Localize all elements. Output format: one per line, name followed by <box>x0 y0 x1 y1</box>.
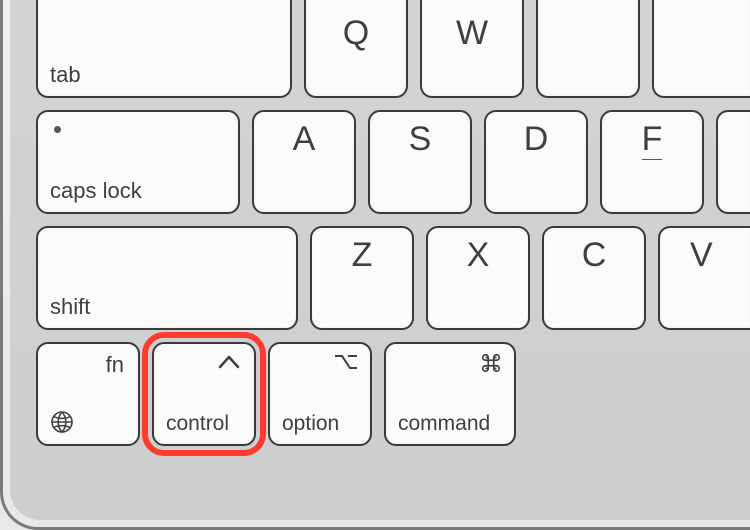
g-key-partial[interactable] <box>716 110 750 214</box>
d-key[interactable]: D <box>484 110 588 214</box>
e-key-partial[interactable] <box>536 0 640 98</box>
s-label: S <box>370 120 470 159</box>
caps-lock-indicator-icon <box>54 126 61 133</box>
control-key[interactable]: control <box>152 342 256 446</box>
r-key-partial[interactable] <box>652 0 750 98</box>
v-label: V <box>690 236 750 275</box>
caps-lock-label: caps lock <box>50 178 142 204</box>
w-key[interactable]: W <box>420 0 524 98</box>
z-key[interactable]: Z <box>310 226 414 330</box>
control-label: control <box>166 412 229 436</box>
caret-up-icon <box>218 354 240 370</box>
command-symbol-icon <box>480 352 502 374</box>
s-key[interactable]: S <box>368 110 472 214</box>
c-key[interactable]: C <box>542 226 646 330</box>
x-label: X <box>428 236 528 275</box>
x-key[interactable]: X <box>426 226 530 330</box>
fn-globe-key[interactable]: fn <box>36 342 140 446</box>
tab-label: tab <box>50 62 81 88</box>
fn-label: fn <box>106 352 124 378</box>
c-label: C <box>544 236 644 275</box>
f-label: F <box>602 120 702 159</box>
option-key[interactable]: option <box>268 342 372 446</box>
q-label: Q <box>306 14 406 53</box>
tab-key[interactable]: tab <box>36 0 292 98</box>
command-key[interactable]: command <box>384 342 516 446</box>
a-label: A <box>254 120 354 159</box>
globe-icon <box>50 410 74 434</box>
command-label: command <box>398 412 490 436</box>
v-key[interactable]: V <box>658 226 750 330</box>
d-label: D <box>486 120 586 159</box>
caps-lock-key[interactable]: caps lock <box>36 110 240 214</box>
z-label: Z <box>312 236 412 275</box>
shift-label: shift <box>50 294 90 320</box>
option-symbol-icon <box>334 354 358 370</box>
f-key[interactable]: F <box>600 110 704 214</box>
q-key[interactable]: Q <box>304 0 408 98</box>
shift-key[interactable]: shift <box>36 226 298 330</box>
option-label: option <box>282 412 339 436</box>
a-key[interactable]: A <box>252 110 356 214</box>
w-label: W <box>422 14 522 53</box>
